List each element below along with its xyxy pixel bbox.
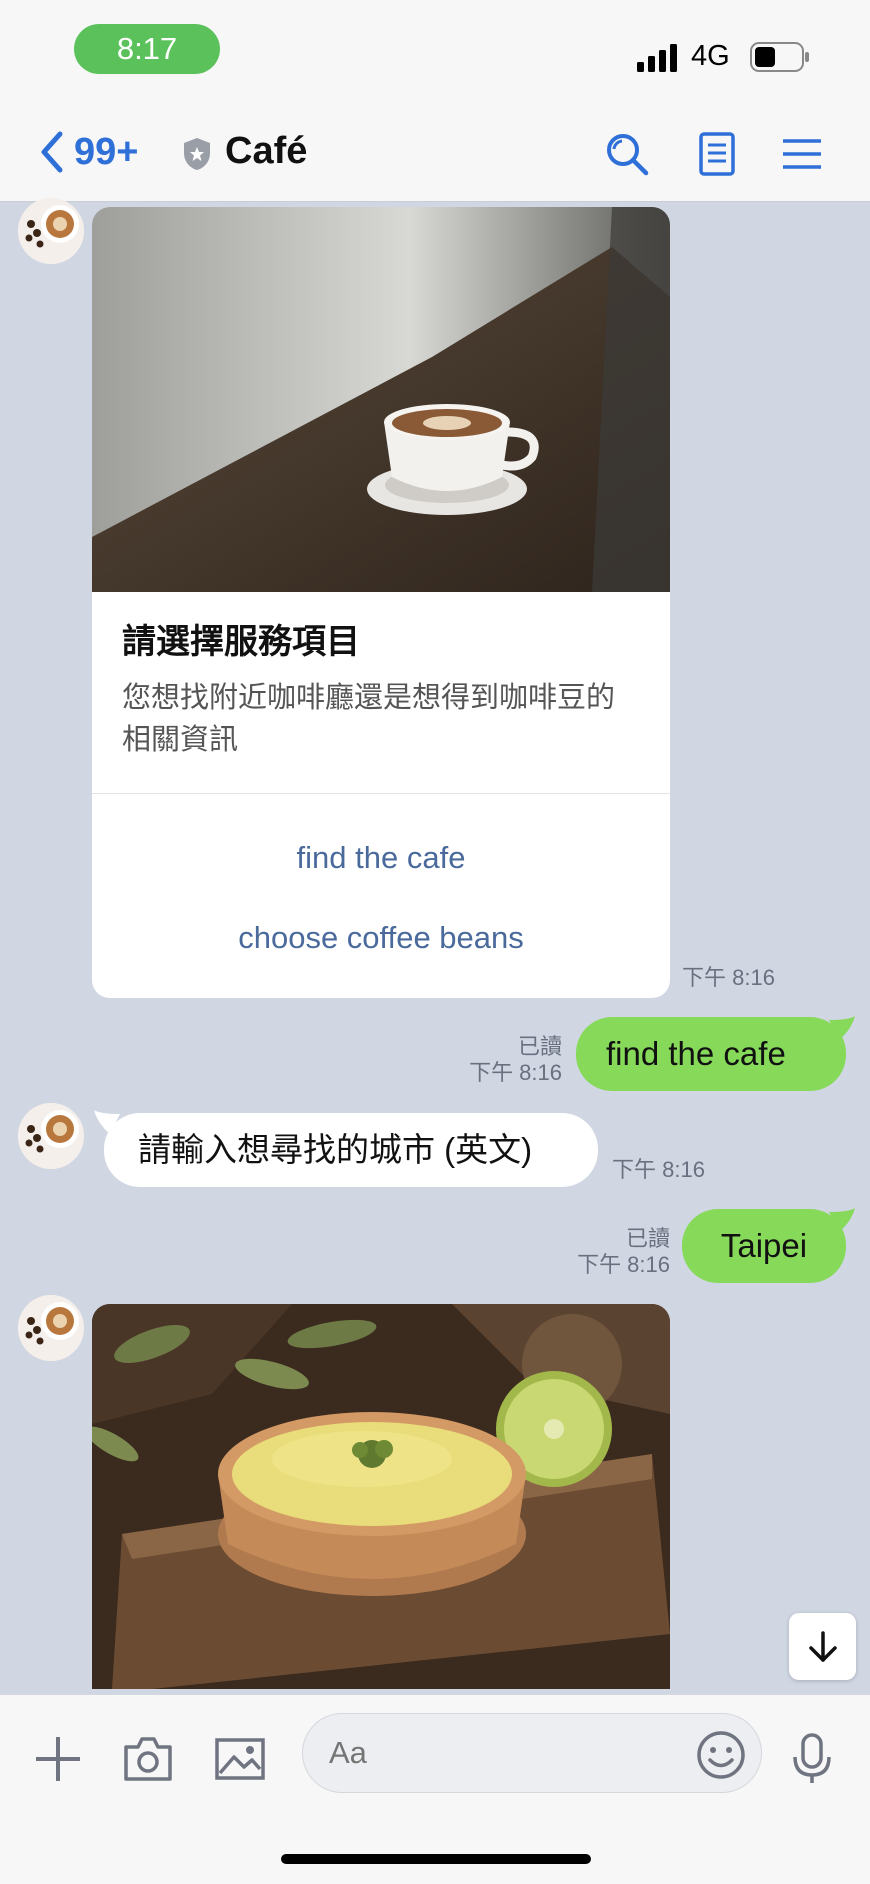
network-label: 4G (691, 40, 730, 72)
service-card: 請選擇服務項目 您想找附近咖啡廳還是想得到咖啡豆的相關資訊 find the c… (92, 207, 670, 998)
scroll-to-bottom-button[interactable] (789, 1613, 856, 1680)
bubble-tail (829, 1016, 855, 1040)
message-time: 下午 8:16 (612, 1157, 705, 1182)
notes-icon[interactable] (696, 132, 740, 176)
home-indicator (281, 1854, 591, 1864)
bot-avatar[interactable] (18, 1295, 84, 1361)
card-title: 請選擇服務項目 (122, 623, 360, 661)
message-time: 下午 8:16 (469, 1060, 562, 1085)
arrow-down-icon (808, 1630, 837, 1662)
emoji-icon[interactable] (695, 1729, 747, 1781)
coffee-cup-photo (92, 207, 670, 592)
battery-icon (750, 42, 809, 72)
find-cafe-button[interactable]: find the cafe (92, 818, 670, 898)
read-receipt: 已讀 (625, 1226, 670, 1251)
coffee-cup-avatar-image (18, 1103, 84, 1169)
message-time: 下午 8:16 (577, 1252, 670, 1277)
camera-icon[interactable] (122, 1733, 174, 1785)
unread-count: 99+ (74, 130, 139, 173)
lemon-tart-photo (92, 1304, 670, 1689)
status-time: 8:17 (74, 24, 220, 74)
coffee-cup-avatar-image (18, 1295, 84, 1361)
search-icon[interactable] (605, 132, 649, 176)
card-actions: find the cafe choose coffee beans (92, 794, 670, 998)
chevron-left-icon (41, 131, 63, 173)
incoming-message[interactable]: 請輸入想尋找的城市 (英文) (104, 1113, 598, 1187)
card-body: 請選擇服務項目 您想找附近咖啡廳還是想得到咖啡豆的相關資訊 (92, 592, 670, 794)
message-time: 下午 8:16 (682, 965, 775, 990)
outgoing-message[interactable]: Taipei (682, 1209, 846, 1283)
outgoing-message[interactable]: find the cafe (576, 1017, 846, 1091)
shield-icon (184, 138, 210, 170)
image-icon[interactable] (214, 1733, 266, 1785)
message-input[interactable] (302, 1713, 762, 1793)
card-text: 您想找附近咖啡廳還是想得到咖啡豆的相關資訊 (122, 682, 616, 756)
status-bar: 8:17 4G (0, 0, 870, 100)
read-receipt: 已讀 (517, 1034, 562, 1059)
bubble-tail (829, 1208, 855, 1232)
coffee-cup-avatar-image (18, 198, 84, 264)
signal-icon (637, 44, 677, 72)
menu-icon[interactable] (780, 132, 824, 176)
back-button[interactable]: 99+ (38, 130, 138, 174)
bot-avatar[interactable] (18, 1103, 84, 1169)
chat-header: 99+ Café (0, 100, 870, 202)
plus-icon[interactable] (32, 1733, 84, 1785)
bot-avatar[interactable] (18, 198, 84, 264)
lemon-tart-card[interactable] (92, 1304, 670, 1689)
chat-title: Café (225, 130, 308, 172)
choose-coffee-beans-button[interactable]: choose coffee beans (92, 898, 670, 978)
microphone-icon[interactable] (786, 1733, 838, 1785)
